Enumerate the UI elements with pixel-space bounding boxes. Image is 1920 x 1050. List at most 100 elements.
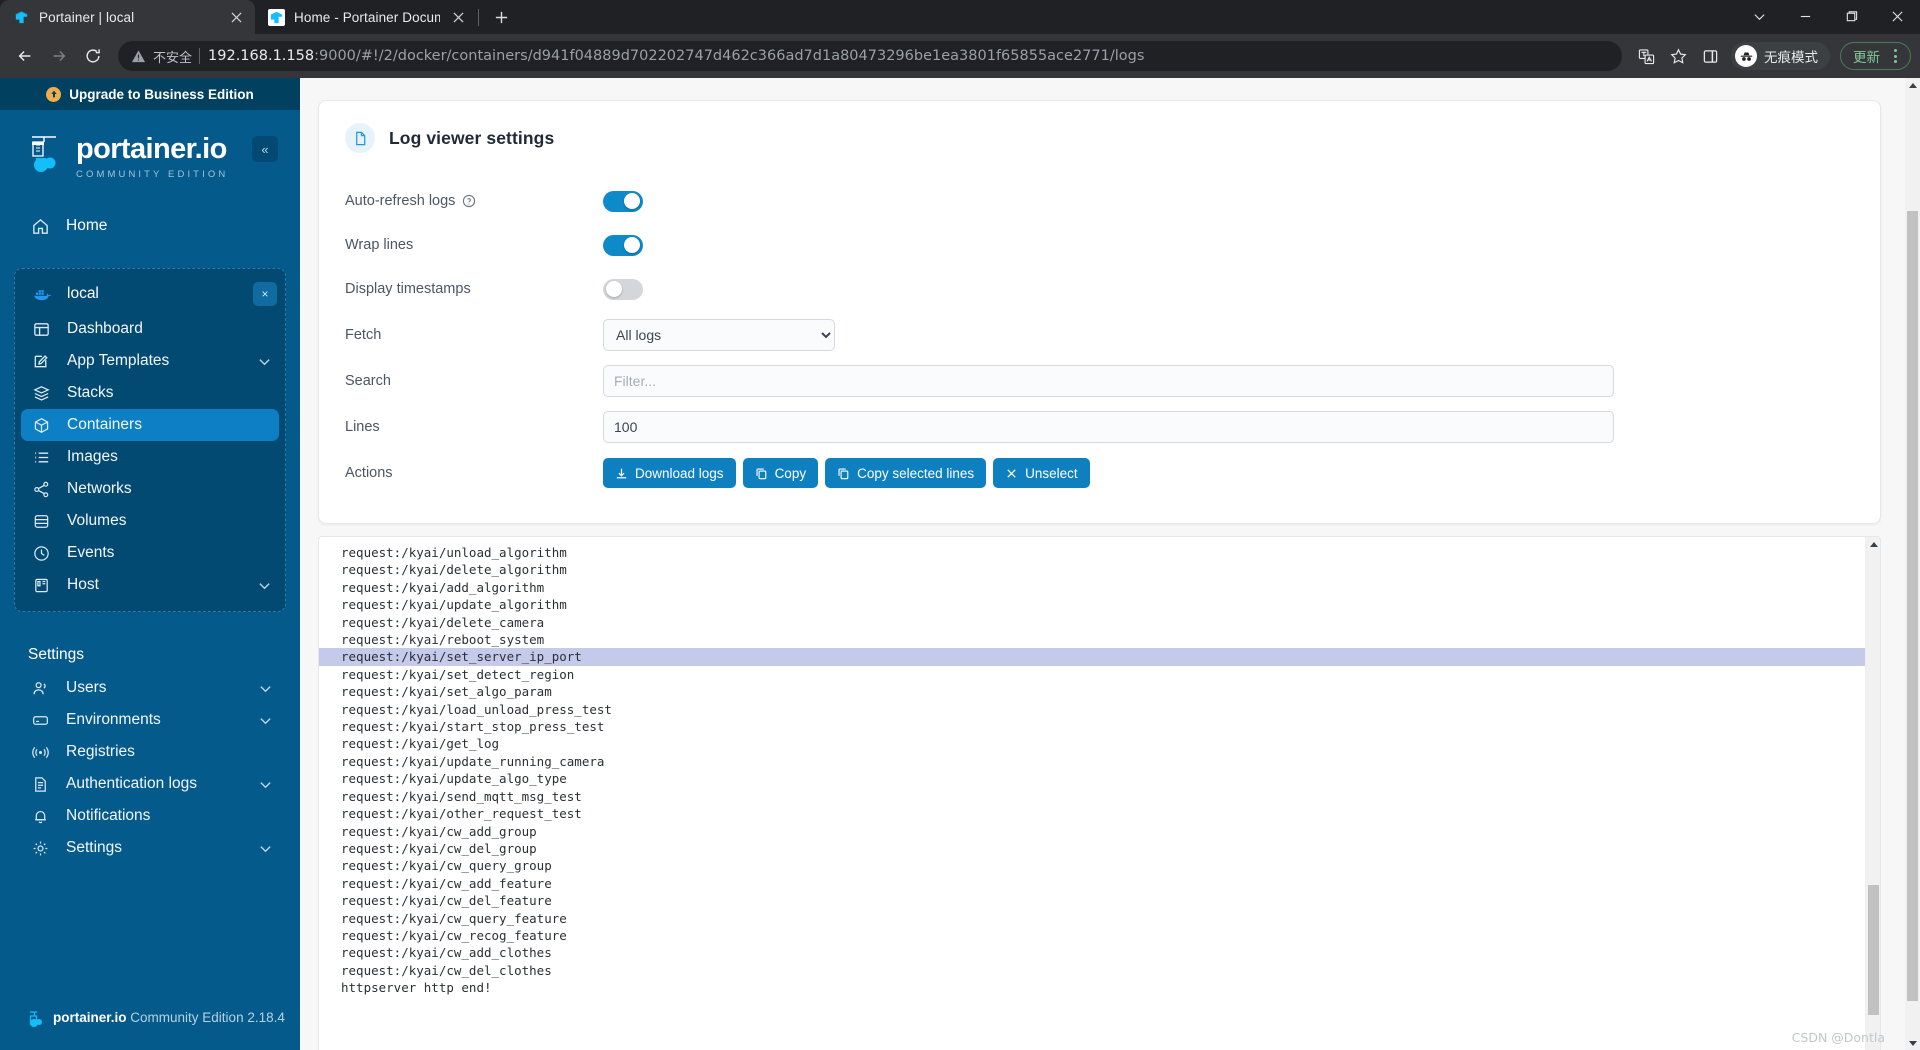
sidebar-item-settings[interactable]: Settings [14, 832, 286, 864]
fetch-select[interactable]: All logs Last day Last 4 hours Last hour… [603, 319, 835, 351]
log-line[interactable]: request:/kyai/add_algorithm [319, 579, 1865, 596]
log-line[interactable]: request:/kyai/cw_add_group [319, 823, 1865, 840]
maximize-icon[interactable] [1828, 0, 1874, 32]
unselect-button[interactable]: Unselect [993, 458, 1090, 488]
sidebar-item-networks[interactable]: Networks [15, 473, 285, 505]
not-secure-label: 不安全 [153, 50, 193, 66]
sidebar-item-users[interactable]: Users [14, 672, 286, 704]
log-line[interactable]: request:/kyai/reboot_system [319, 631, 1865, 648]
app-sidebar: Upgrade to Business Edition portainer.io… [0, 78, 300, 1050]
chevron-down-icon[interactable] [258, 579, 271, 592]
fetch-row: Fetch All logs Last day Last 4 hours Las… [345, 315, 1854, 355]
browser-tab-portainer[interactable]: Portainer | local [0, 0, 255, 34]
sidebar-item-images[interactable]: Images [15, 441, 285, 473]
address-bar[interactable]: 不安全 192.168.1.158:9000/#!/2/docker/conta… [118, 41, 1622, 71]
log-line[interactable]: request:/kyai/set_algo_param [319, 683, 1865, 700]
log-line[interactable]: request:/kyai/load_unload_press_test [319, 701, 1865, 718]
log-line[interactable]: request:/kyai/update_algorithm [319, 596, 1865, 613]
sidebar-item-label: Containers [67, 416, 142, 433]
chevron-down-icon[interactable] [258, 355, 271, 368]
search-label: Search [345, 373, 391, 389]
chevron-down-icon[interactable] [259, 778, 272, 791]
sidebar-item-registries[interactable]: Registries [14, 736, 286, 768]
minimize-icon[interactable] [1782, 0, 1828, 32]
log-scrollbar-thumb[interactable] [1868, 885, 1879, 1015]
chevron-down-icon[interactable] [259, 714, 272, 727]
page-scrollbar-thumb[interactable] [1907, 211, 1918, 1001]
wrap-lines-toggle[interactable] [603, 234, 643, 256]
settings-nav-list: Users Environments Registries Authentica… [0, 672, 300, 864]
main-content: Log viewer settings Auto-refresh logs Wr… [300, 78, 1905, 1050]
log-line[interactable]: request:/kyai/delete_camera [319, 614, 1865, 631]
collapse-sidebar-button[interactable]: « [252, 136, 278, 162]
log-line[interactable]: httpserver http end! [319, 979, 1865, 996]
search-input[interactable] [603, 365, 1614, 397]
search-row: Search [345, 361, 1854, 401]
log-line[interactable]: request:/kyai/cw_add_clothes [319, 944, 1865, 961]
lines-input[interactable] [603, 411, 1614, 443]
copy-button[interactable]: Copy [742, 458, 819, 488]
sidebar-item-home[interactable]: Home [14, 206, 286, 246]
update-button[interactable]: 更新 [1840, 42, 1911, 70]
bookmark-star-icon[interactable] [1663, 41, 1693, 71]
auto-refresh-toggle[interactable] [603, 190, 643, 212]
copy-selected-lines-button[interactable]: Copy selected lines [825, 458, 987, 488]
log-line[interactable]: request:/kyai/get_log [319, 735, 1865, 752]
log-lines-container[interactable]: request:/kyai/unload_algorithm request:/… [319, 537, 1865, 1050]
chevron-down-icon[interactable] [259, 682, 272, 695]
sidebar-item-containers[interactable]: Containers [21, 409, 279, 441]
close-icon[interactable] [227, 8, 245, 26]
log-line[interactable]: request:/kyai/start_stop_press_test [319, 718, 1865, 735]
log-panel-scrollbar[interactable] [1865, 537, 1880, 1050]
display-timestamps-toggle[interactable] [603, 278, 643, 300]
log-line[interactable]: request:/kyai/cw_query_feature [319, 910, 1865, 927]
back-button-icon[interactable] [9, 40, 41, 72]
log-line[interactable]: request:/kyai/cw_recog_feature [319, 927, 1865, 944]
log-line[interactable]: request:/kyai/unload_algorithm [319, 544, 1865, 561]
reload-button-icon[interactable] [77, 40, 109, 72]
copy-icon [755, 467, 768, 480]
scroll-up-arrow-icon[interactable] [1866, 537, 1880, 551]
side-panel-icon[interactable] [1695, 41, 1725, 71]
close-icon[interactable] [449, 8, 467, 26]
log-line[interactable]: request:/kyai/cw_query_group [319, 857, 1865, 874]
scroll-down-arrow-icon[interactable] [1905, 1036, 1920, 1050]
log-line[interactable]: request:/kyai/cw_del_feature [319, 892, 1865, 909]
log-line[interactable]: request:/kyai/cw_add_feature [319, 875, 1865, 892]
log-line[interactable]: request:/kyai/delete_algorithm [319, 561, 1865, 578]
sidebar-item-label: Settings [66, 839, 123, 856]
chevron-down-icon[interactable] [1736, 0, 1782, 32]
sidebar-item-stacks[interactable]: Stacks [15, 377, 285, 409]
scroll-up-arrow-icon[interactable] [1905, 78, 1920, 92]
chevron-down-icon[interactable] [259, 842, 272, 855]
window-close-icon[interactable] [1874, 0, 1920, 32]
sidebar-item-notifications[interactable]: Notifications [14, 800, 286, 832]
browser-tab-docs[interactable]: Home - Portainer Documentat [255, 0, 477, 34]
sidebar-item-authentication-logs[interactable]: Authentication logs [14, 768, 286, 800]
download-logs-button[interactable]: Download logs [603, 458, 736, 488]
upgrade-to-business-banner[interactable]: Upgrade to Business Edition [0, 78, 300, 110]
help-circle-icon[interactable] [462, 194, 476, 208]
log-line[interactable]: request:/kyai/cw_del_clothes [319, 962, 1865, 979]
log-line-selected[interactable]: request:/kyai/set_server_ip_port [319, 648, 1865, 666]
page-scrollbar[interactable] [1905, 78, 1920, 1050]
update-label: 更新 [1853, 50, 1880, 66]
sidebar-item-volumes[interactable]: Volumes [15, 505, 285, 537]
log-line[interactable]: request:/kyai/set_detect_region [319, 666, 1865, 683]
log-line[interactable]: request:/kyai/other_request_test [319, 805, 1865, 822]
log-line[interactable]: request:/kyai/update_running_camera [319, 753, 1865, 770]
forward-button-icon[interactable] [43, 40, 75, 72]
sidebar-item-events[interactable]: Events [15, 537, 285, 569]
sidebar-item-dashboard[interactable]: Dashboard [15, 313, 285, 345]
log-line[interactable]: request:/kyai/cw_del_group [319, 840, 1865, 857]
browser-menu-icon[interactable] [1884, 45, 1906, 67]
sidebar-item-environments[interactable]: Environments [14, 704, 286, 736]
sidebar-item-host[interactable]: Host [15, 569, 285, 601]
translate-icon[interactable] [1631, 41, 1661, 71]
log-line[interactable]: request:/kyai/send_mqtt_msg_test [319, 788, 1865, 805]
incognito-indicator[interactable]: 无痕模式 [1731, 42, 1830, 70]
sidebar-item-app-templates[interactable]: App Templates [15, 345, 285, 377]
log-line[interactable]: request:/kyai/update_algo_type [319, 770, 1865, 787]
environment-close-icon[interactable]: × [253, 282, 277, 306]
new-tab-button[interactable] [486, 2, 516, 32]
